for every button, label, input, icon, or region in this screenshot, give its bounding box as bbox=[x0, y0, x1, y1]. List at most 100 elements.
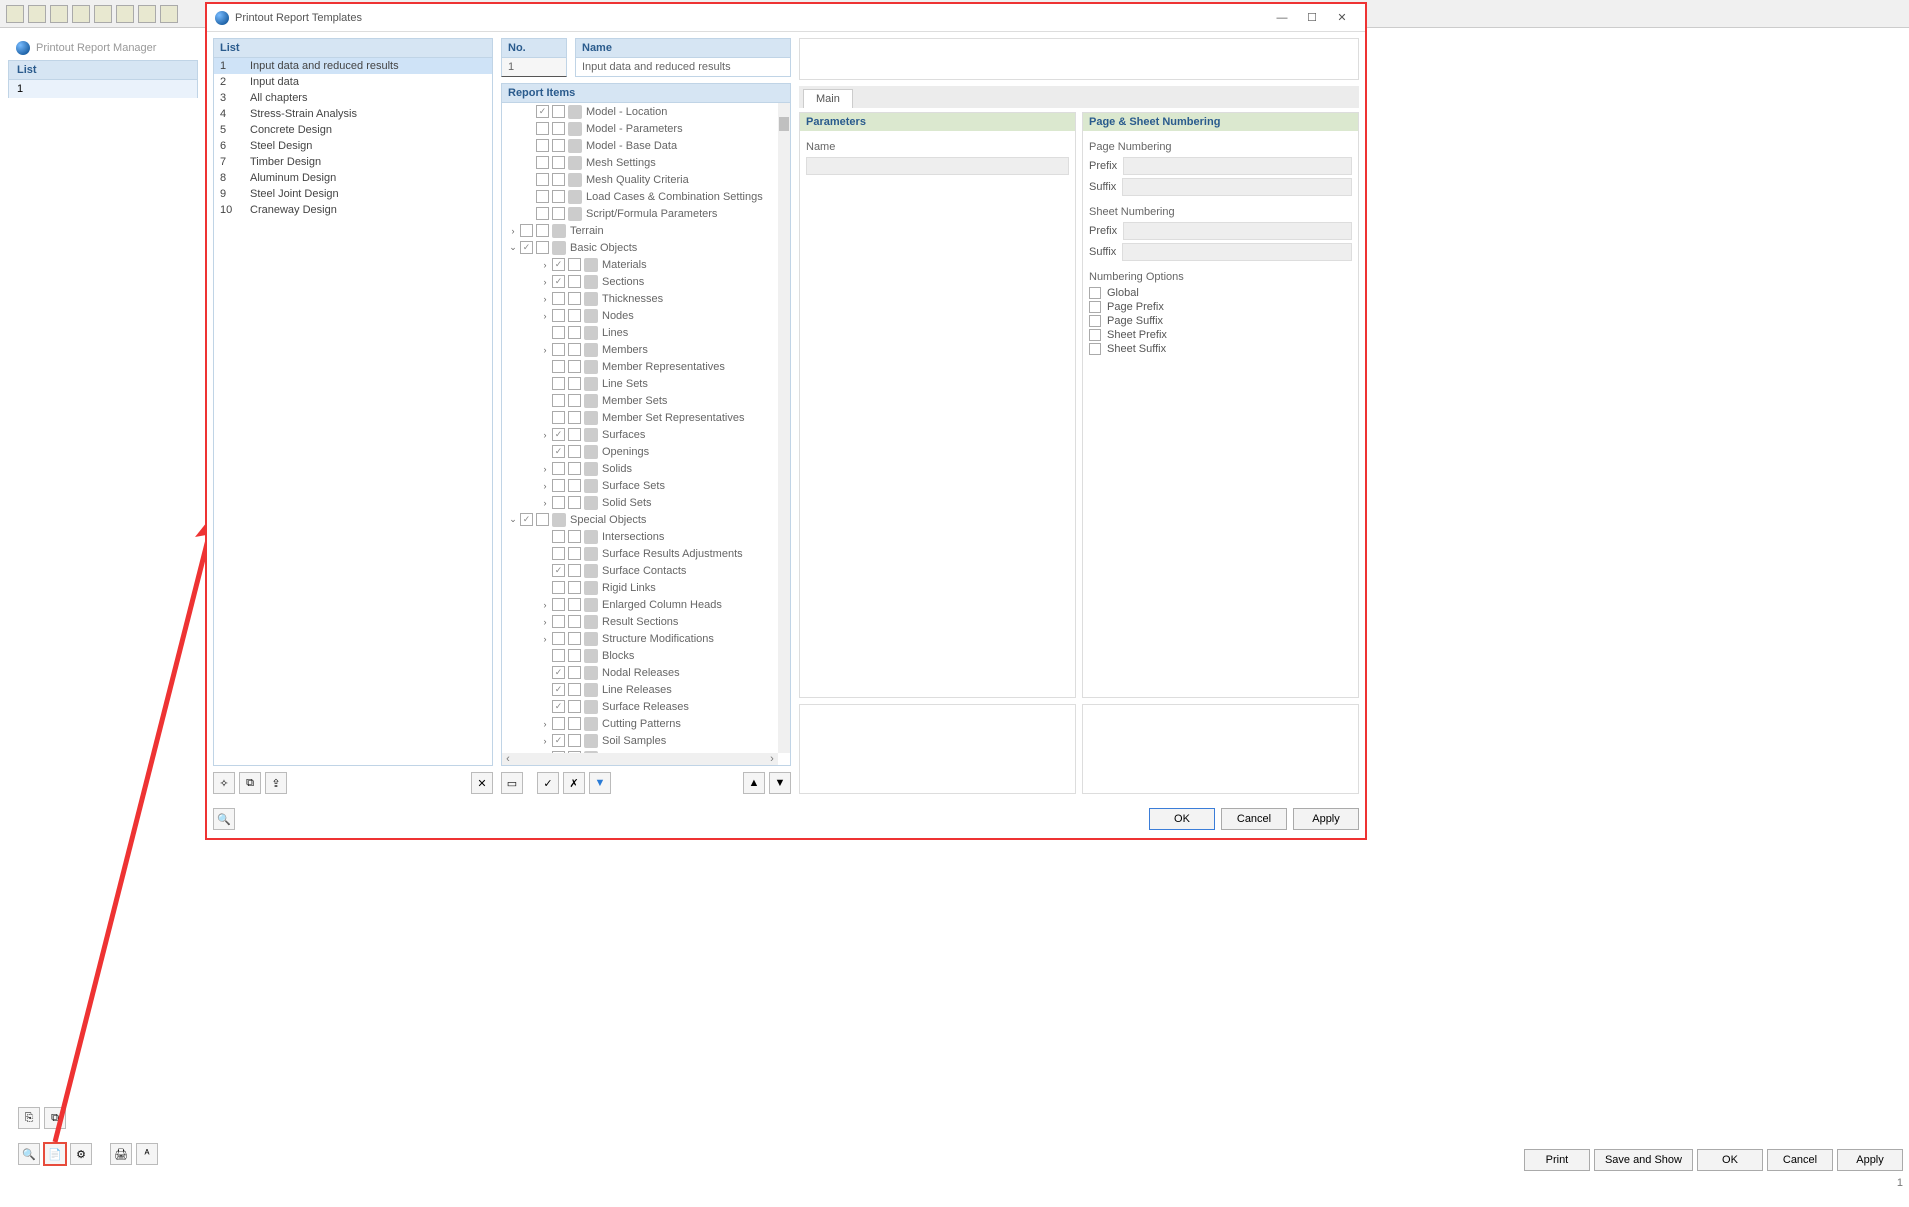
tree-item[interactable]: ›Enlarged Column Heads bbox=[502, 596, 778, 613]
tree-checkbox2-icon[interactable] bbox=[552, 190, 565, 203]
copy-icon-button[interactable]: ⧉ bbox=[44, 1107, 66, 1129]
tree-checkbox-icon[interactable] bbox=[552, 547, 565, 560]
tree-checkbox-icon[interactable] bbox=[552, 615, 565, 628]
tree-item[interactable]: ⌄Basic Objects bbox=[502, 239, 778, 256]
toolbar-icon[interactable] bbox=[72, 5, 90, 23]
tree-checkbox2-icon[interactable] bbox=[568, 343, 581, 356]
tree-item[interactable]: Blocks bbox=[502, 647, 778, 664]
tree-item[interactable]: ›Terrain bbox=[502, 222, 778, 239]
tree-checkbox2-icon[interactable] bbox=[552, 122, 565, 135]
tree-item[interactable]: Rigid Links bbox=[502, 579, 778, 596]
delete-template-button[interactable]: ✕ bbox=[471, 772, 493, 794]
tree-checkbox-icon[interactable] bbox=[552, 581, 565, 594]
templates-icon-button[interactable]: 📄 bbox=[44, 1143, 66, 1165]
move-down-button[interactable]: ▼ bbox=[769, 772, 791, 794]
tree-item[interactable]: Surface Contacts bbox=[502, 562, 778, 579]
tree-checkbox-icon[interactable] bbox=[552, 700, 565, 713]
tree-checkbox-icon[interactable] bbox=[552, 632, 565, 645]
ok-button[interactable]: OK bbox=[1697, 1149, 1763, 1171]
page-prefix-checkbox[interactable] bbox=[1089, 301, 1101, 313]
tree-checkbox-icon[interactable] bbox=[520, 224, 533, 237]
global-checkbox[interactable] bbox=[1089, 287, 1101, 299]
tree-item[interactable]: ›Structure Modifications bbox=[502, 630, 778, 647]
tree-item[interactable]: ›Sections bbox=[502, 273, 778, 290]
tree-checkbox-icon[interactable] bbox=[552, 649, 565, 662]
tree-item[interactable]: Load Cases & Combination Settings bbox=[502, 188, 778, 205]
tree-item[interactable]: Line Sets bbox=[502, 375, 778, 392]
dialog-cancel-button[interactable]: Cancel bbox=[1221, 808, 1287, 830]
horizontal-scrollbar[interactable]: ‹› bbox=[502, 753, 778, 765]
vertical-scrollbar[interactable] bbox=[778, 103, 790, 753]
tree-item[interactable]: ›Surfaces bbox=[502, 426, 778, 443]
apply-button[interactable]: Apply bbox=[1837, 1149, 1903, 1171]
tree-item[interactable]: ›Members bbox=[502, 341, 778, 358]
tree-checkbox2-icon[interactable] bbox=[552, 156, 565, 169]
tree-checkbox-icon[interactable] bbox=[536, 190, 549, 203]
move-up-button[interactable]: ▲ bbox=[743, 772, 765, 794]
settings-icon-button[interactable]: ⚙ bbox=[70, 1143, 92, 1165]
tree-checkbox2-icon[interactable] bbox=[568, 734, 581, 747]
language-icon-button[interactable]: ᴬ bbox=[136, 1143, 158, 1165]
template-list-row[interactable]: 7Timber Design bbox=[214, 154, 492, 170]
tree-item[interactable]: ›Nodes bbox=[502, 307, 778, 324]
template-list-row[interactable]: 6Steel Design bbox=[214, 138, 492, 154]
template-list-row[interactable]: 10Craneway Design bbox=[214, 202, 492, 218]
toolbar-icon[interactable] bbox=[6, 5, 24, 23]
tree-checkbox2-icon[interactable] bbox=[568, 547, 581, 560]
tree-item[interactable]: Lines bbox=[502, 324, 778, 341]
tree-checkbox-icon[interactable] bbox=[552, 666, 565, 679]
tree-checkbox2-icon[interactable] bbox=[568, 649, 581, 662]
tree-checkbox2-icon[interactable] bbox=[568, 496, 581, 509]
tree-checkbox-icon[interactable] bbox=[536, 173, 549, 186]
tree-item[interactable]: ›Result Sections bbox=[502, 613, 778, 630]
tree-checkbox2-icon[interactable] bbox=[568, 479, 581, 492]
tree-checkbox2-icon[interactable] bbox=[568, 377, 581, 390]
tree-checkbox2-icon[interactable] bbox=[568, 275, 581, 288]
tree-item[interactable]: Model - Parameters bbox=[502, 120, 778, 137]
tree-item[interactable]: Surface Results Adjustments bbox=[502, 545, 778, 562]
minimize-button[interactable]: — bbox=[1267, 8, 1297, 28]
tree-item[interactable]: ›Solids bbox=[502, 460, 778, 477]
tree-checkbox2-icon[interactable] bbox=[568, 445, 581, 458]
tree-checkbox-icon[interactable] bbox=[552, 479, 565, 492]
copy-template-button[interactable]: ⧉ bbox=[239, 772, 261, 794]
tree-checkbox2-icon[interactable] bbox=[536, 224, 549, 237]
tree-checkbox-icon[interactable] bbox=[552, 343, 565, 356]
tree-checkbox-icon[interactable] bbox=[552, 530, 565, 543]
toolbar-icon[interactable] bbox=[50, 5, 68, 23]
tree-item[interactable]: Model - Location bbox=[502, 103, 778, 120]
tree-checkbox-icon[interactable] bbox=[552, 564, 565, 577]
parameters-name-input[interactable] bbox=[806, 157, 1069, 175]
no-field[interactable]: 1 bbox=[501, 58, 567, 77]
dialog-ok-button[interactable]: OK bbox=[1149, 808, 1215, 830]
toolbar-icon[interactable] bbox=[160, 5, 178, 23]
new-icon-button[interactable]: ⎘ bbox=[18, 1107, 40, 1129]
check-all-button[interactable]: ✓ bbox=[537, 772, 559, 794]
sheet-prefix-checkbox[interactable] bbox=[1089, 329, 1101, 341]
tree-checkbox2-icon[interactable] bbox=[552, 139, 565, 152]
filter-button[interactable]: ▼ bbox=[589, 772, 611, 794]
tree-checkbox-icon[interactable] bbox=[536, 105, 549, 118]
new-template-button[interactable]: ✧ bbox=[213, 772, 235, 794]
tree-checkbox2-icon[interactable] bbox=[536, 241, 549, 254]
toolbar-icon[interactable] bbox=[138, 5, 156, 23]
tree-item[interactable]: Member Sets bbox=[502, 392, 778, 409]
template-list-row[interactable]: 1Input data and reduced results bbox=[214, 58, 492, 74]
tree-item[interactable]: Member Representatives bbox=[502, 358, 778, 375]
tree-checkbox-icon[interactable] bbox=[552, 275, 565, 288]
tree-item[interactable]: Script/Formula Parameters bbox=[502, 205, 778, 222]
tree-checkbox-icon[interactable] bbox=[552, 496, 565, 509]
tree-item[interactable]: ›Surface Sets bbox=[502, 477, 778, 494]
print-button[interactable]: Print bbox=[1524, 1149, 1590, 1171]
tree-checkbox-icon[interactable] bbox=[552, 309, 565, 322]
tree-checkbox-icon[interactable] bbox=[552, 462, 565, 475]
import-template-button[interactable]: ⇪ bbox=[265, 772, 287, 794]
tree-checkbox-icon[interactable] bbox=[536, 122, 549, 135]
name-field[interactable]: Input data and reduced results bbox=[575, 58, 791, 77]
tree-checkbox2-icon[interactable] bbox=[552, 105, 565, 118]
tree-checkbox2-icon[interactable] bbox=[568, 258, 581, 271]
search-icon-button[interactable]: 🔍 bbox=[18, 1143, 40, 1165]
tree-checkbox-icon[interactable] bbox=[552, 292, 565, 305]
template-list-row[interactable]: 2Input data bbox=[214, 74, 492, 90]
sheet-suffix-checkbox[interactable] bbox=[1089, 343, 1101, 355]
